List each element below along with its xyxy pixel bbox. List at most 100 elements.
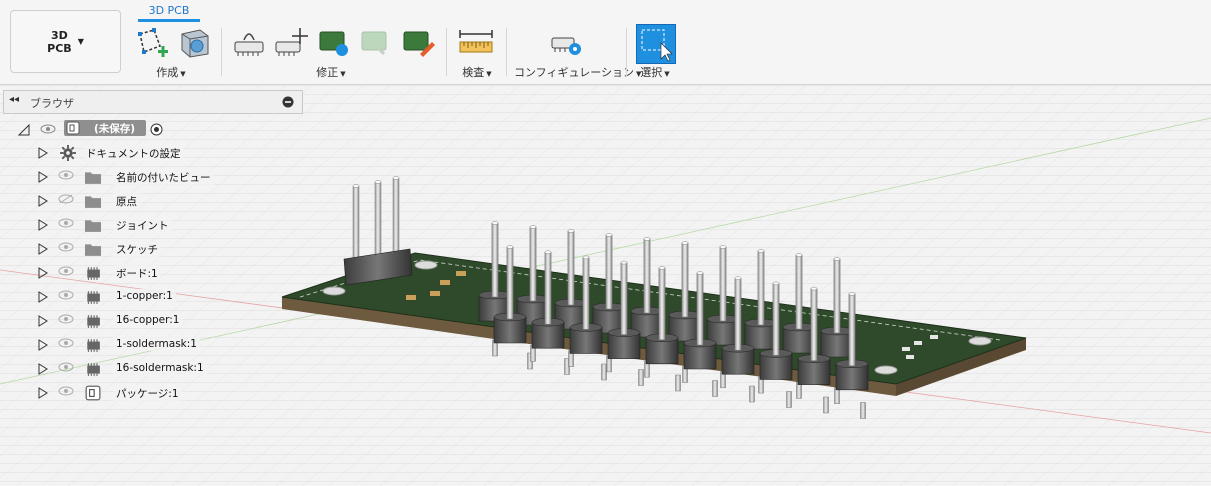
header-pin-tip	[772, 281, 780, 286]
mounting-hole	[874, 365, 898, 375]
browser-tree-item[interactable]: 1-soldermask:1	[0, 334, 300, 356]
root-component-highlight[interactable]: (未保存)	[64, 120, 146, 136]
link-component-icon	[361, 31, 387, 56]
browser-tree-item[interactable]: ドキュメントの設定	[0, 142, 300, 164]
header-pin	[491, 222, 499, 298]
eye-icon[interactable]	[58, 266, 74, 276]
modify-menu[interactable]: 修正 ▼	[306, 64, 356, 80]
browser-tree-item[interactable]: 16-copper:1	[0, 310, 300, 332]
place-component-icon[interactable]	[316, 24, 352, 60]
header-pin-tip	[833, 257, 841, 261]
expand-triangle-icon[interactable]	[38, 219, 48, 231]
lower-pin	[675, 374, 681, 392]
workspace-switcher-button[interactable]: 3D PCB ▼	[10, 10, 121, 73]
chevron-down-icon: ▼	[77, 37, 84, 46]
header-pin	[772, 283, 780, 356]
header-pin	[544, 251, 552, 325]
configure-settings-icon[interactable]	[548, 24, 584, 60]
toolbar: 3D PCB ▼ 3D PCB 作成 ▼ 修正 ▼ 検査 ▼ コンフィギュレーシ…	[0, 0, 1211, 85]
browser-tree-item[interactable]: 名前の付いたビュー	[0, 166, 300, 188]
header-pin-tip	[352, 184, 360, 188]
header-left-pin	[374, 180, 382, 258]
header-pin-tip	[719, 245, 727, 249]
browser-item-label: 原点	[113, 193, 140, 210]
browser-item-label: ドキュメントの設定	[83, 145, 184, 162]
browser-item-label: ボード:1	[113, 265, 161, 282]
header-pin	[392, 177, 400, 254]
edit-component-icon[interactable]	[400, 24, 436, 60]
eye-icon[interactable]	[58, 386, 74, 396]
header-pin-tip	[681, 241, 689, 245]
browser-item-label: 1-copper:1	[113, 289, 176, 303]
expand-triangle-icon[interactable]	[38, 339, 48, 351]
create-menu[interactable]: 作成 ▼	[146, 64, 196, 80]
expand-triangle-icon[interactable]	[38, 195, 48, 207]
create-sketch-icon[interactable]	[134, 24, 170, 60]
eye-icon[interactable]	[58, 314, 74, 324]
mounting-hole	[322, 286, 346, 296]
browser-panel-header[interactable]: ◂◂ ブラウザ	[3, 90, 303, 114]
inspect-menu[interactable]: 検査 ▼	[452, 64, 502, 80]
activate-radio-icon[interactable]	[150, 123, 163, 136]
toolbar-divider	[506, 28, 507, 76]
browser-item-label: 名前の付いたビュー	[113, 169, 214, 186]
browser-tree-item[interactable]: 1-copper:1	[0, 286, 300, 308]
expand-triangle-icon[interactable]	[38, 291, 48, 303]
select-button[interactable]	[636, 24, 676, 64]
measure-icon[interactable]	[458, 24, 494, 60]
expand-triangle-icon[interactable]	[38, 147, 48, 159]
modify-menu-label: 修正	[316, 66, 339, 79]
header-left-pin	[392, 176, 400, 254]
eye-hidden-icon[interactable]	[58, 194, 74, 204]
configure-menu[interactable]: コンフィギュレーション ▼	[514, 64, 641, 80]
header-pin	[696, 272, 704, 346]
folder-icon	[85, 244, 101, 256]
header-pin-tip	[734, 276, 742, 280]
tab-3d-pcb[interactable]: 3D PCB	[138, 4, 200, 17]
eye-icon[interactable]	[40, 124, 56, 134]
eye-icon[interactable]	[58, 290, 74, 300]
expand-triangle-icon[interactable]	[38, 243, 48, 255]
browser-item-label: 16-copper:1	[113, 313, 183, 327]
header-pin	[529, 226, 537, 302]
push-component-icon[interactable]	[232, 24, 268, 60]
chevron-down-icon: ▼	[486, 70, 492, 78]
eye-icon[interactable]	[58, 170, 74, 180]
expand-triangle-icon[interactable]	[38, 315, 48, 327]
create-box-icon[interactable]	[176, 24, 212, 60]
chip-icon	[87, 339, 100, 352]
minimize-panel-icon[interactable]	[282, 96, 294, 108]
header-pin	[620, 262, 628, 335]
expand-triangle-icon[interactable]	[38, 171, 48, 183]
header-pin	[719, 246, 727, 322]
browser-tree-item[interactable]: ボード:1	[0, 262, 300, 284]
expand-triangle-icon[interactable]	[38, 267, 48, 279]
browser-root-row[interactable]: (未保存)	[0, 118, 300, 140]
header-pin-tip	[605, 233, 613, 237]
expanded-triangle-icon[interactable]	[18, 124, 30, 136]
lower-pin	[860, 402, 866, 419]
browser-tree-item[interactable]: 原点	[0, 190, 300, 212]
eye-icon[interactable]	[58, 218, 74, 228]
lower-pin	[601, 363, 607, 381]
header-pin-tip	[392, 176, 400, 180]
configure-menu-label: コンフィギュレーション	[514, 66, 635, 79]
eye-icon[interactable]	[58, 362, 74, 372]
eye-icon[interactable]	[58, 338, 74, 348]
expand-triangle-icon[interactable]	[38, 387, 48, 399]
toolbar-divider	[221, 28, 222, 76]
collapse-panel-icon[interactable]: ◂◂	[9, 94, 19, 105]
chip-icon	[87, 267, 100, 280]
browser-tree-item[interactable]: ジョイント	[0, 214, 300, 236]
eye-icon[interactable]	[58, 242, 74, 252]
chip-icon	[87, 315, 100, 328]
browser-tree-item[interactable]: スケッチ	[0, 238, 300, 260]
header-pin	[582, 257, 590, 330]
browser-tree-item[interactable]: パッケージ:1	[0, 382, 300, 404]
expand-triangle-icon[interactable]	[38, 363, 48, 375]
move-component-icon[interactable]	[274, 24, 310, 60]
header-pin-tip	[658, 266, 666, 270]
lower-pin	[786, 391, 792, 408]
select-menu[interactable]: 選択 ▼	[630, 64, 680, 80]
browser-tree-item[interactable]: 16-soldermask:1	[0, 358, 300, 380]
